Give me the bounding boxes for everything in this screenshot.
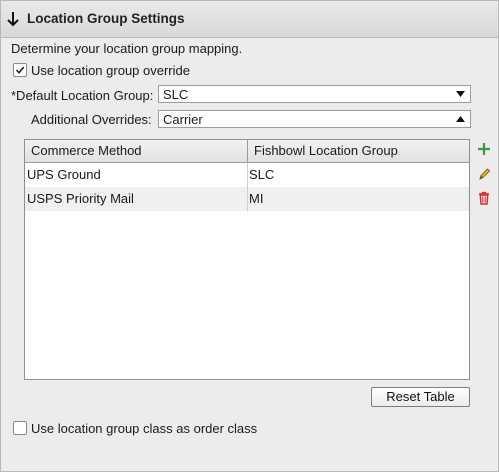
table-row[interactable]: USPS Priority Mail MI xyxy=(25,187,469,211)
class-checkbox-label[interactable]: Use location group class as order class xyxy=(31,421,257,436)
class-checkbox[interactable] xyxy=(13,421,27,435)
table-cell-location-group[interactable]: SLC xyxy=(248,163,469,187)
plus-icon[interactable] xyxy=(476,141,492,157)
default-location-group-label: *Default Location Group: xyxy=(11,88,154,103)
checkmark-icon xyxy=(15,66,25,74)
arrow-down-icon[interactable] xyxy=(5,10,21,28)
reset-table-button[interactable]: Reset Table xyxy=(371,387,470,407)
description-text: Determine your location group mapping. xyxy=(11,41,243,56)
table-header: Commerce Method Fishbowl Location Group xyxy=(25,140,469,163)
section-title: Location Group Settings xyxy=(27,11,185,26)
override-table[interactable]: Commerce Method Fishbowl Location Group … xyxy=(24,139,470,380)
chevron-up-icon xyxy=(456,116,465,122)
table-row[interactable]: UPS Ground SLC xyxy=(25,163,469,187)
additional-overrides-label: Additional Overrides: xyxy=(31,112,152,127)
override-checkbox[interactable] xyxy=(13,63,27,77)
override-checkbox-label[interactable]: Use location group override xyxy=(31,63,190,78)
trash-icon[interactable] xyxy=(476,190,492,206)
additional-overrides-select[interactable]: Carrier xyxy=(158,110,471,128)
location-group-settings-panel: Location Group Settings Determine your l… xyxy=(0,0,499,472)
table-cell-commerce-method[interactable]: USPS Priority Mail xyxy=(25,187,248,211)
default-location-group-value: SLC xyxy=(163,87,189,102)
column-header-commerce-method[interactable]: Commerce Method xyxy=(25,140,248,162)
column-header-location-group[interactable]: Fishbowl Location Group xyxy=(248,140,469,162)
section-header[interactable]: Location Group Settings xyxy=(1,1,498,38)
table-cell-commerce-method[interactable]: UPS Ground xyxy=(25,163,248,187)
default-location-group-select[interactable]: SLC xyxy=(158,85,471,103)
chevron-down-icon xyxy=(456,91,465,97)
additional-overrides-value: Carrier xyxy=(163,112,203,127)
table-cell-location-group[interactable]: MI xyxy=(248,187,469,211)
pencil-icon[interactable] xyxy=(476,166,492,182)
